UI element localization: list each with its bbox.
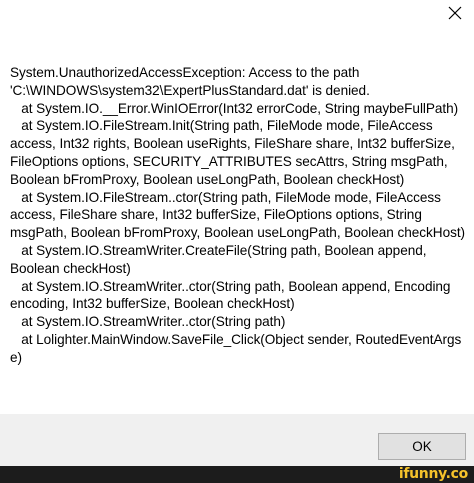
- close-icon: [448, 6, 462, 20]
- ok-button[interactable]: OK: [378, 433, 466, 460]
- ifunny-watermark: ifunny.co: [398, 466, 468, 482]
- error-message: System.UnauthorizedAccessException: Acce…: [10, 65, 466, 365]
- close-button[interactable]: [442, 0, 468, 26]
- watermark-bar: ifunny.co: [0, 466, 474, 483]
- error-dialog: System.UnauthorizedAccessException: Acce…: [0, 0, 474, 466]
